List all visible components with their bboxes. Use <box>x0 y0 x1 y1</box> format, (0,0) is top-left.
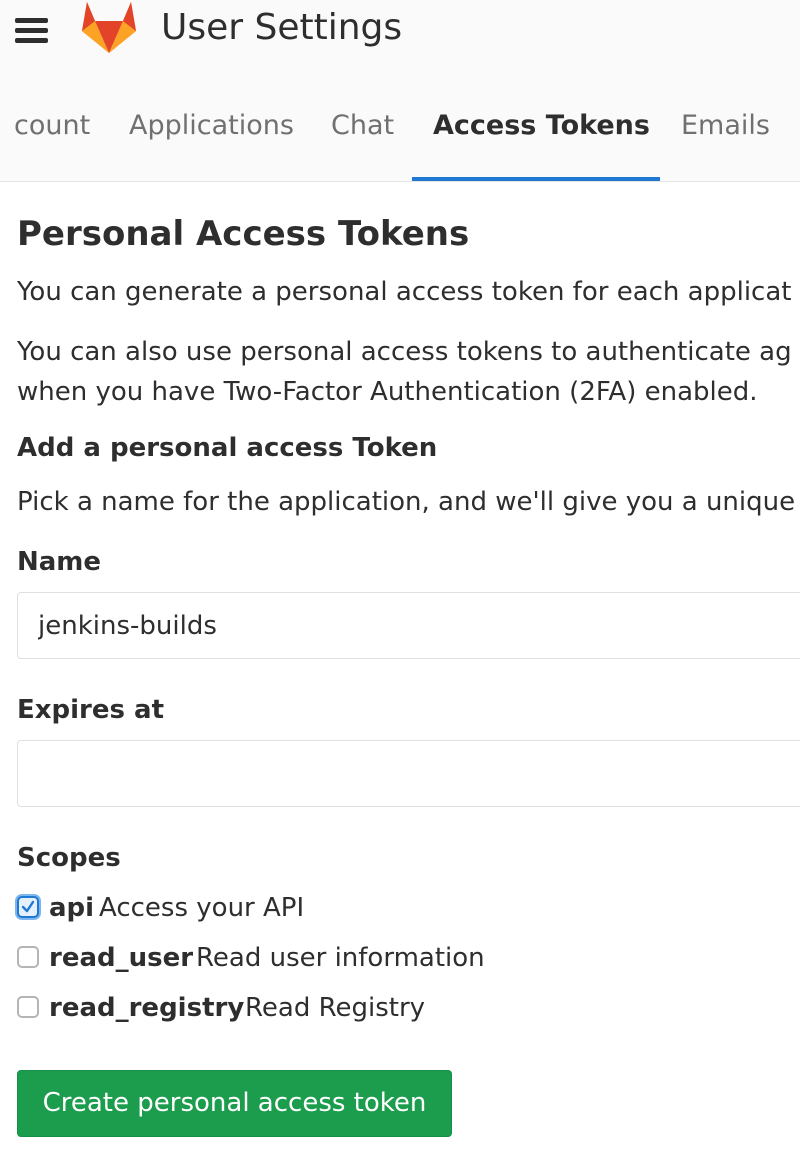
tab-applications[interactable]: Applications <box>129 108 294 144</box>
scope-name: api <box>49 893 95 923</box>
hamburger-menu-icon[interactable] <box>15 18 49 43</box>
intro-text: You can generate a personal access token… <box>17 277 792 307</box>
form-description: Pick a name for the application, and we'… <box>17 487 796 517</box>
top-navigation-bar: User Settings count Applications Chat Ac… <box>0 0 800 182</box>
settings-tabs: count Applications Chat Access Tokens Em… <box>0 100 800 182</box>
tab-account[interactable]: count <box>14 108 90 144</box>
create-token-button[interactable]: Create personal access token <box>17 1070 452 1137</box>
scope-description: Read Registry <box>245 993 426 1023</box>
intro-text-2-line-2: when you have Two-Factor Authentication … <box>17 377 758 407</box>
expires-at-input[interactable] <box>17 740 800 807</box>
scope-read-registry-checkbox[interactable] <box>17 996 39 1018</box>
checkmark-icon <box>21 900 35 913</box>
name-label: Name <box>17 547 102 577</box>
main-content: Personal Access Tokens You can generate … <box>17 182 800 1152</box>
name-input[interactable] <box>17 592 800 659</box>
tab-access-tokens[interactable]: Access Tokens <box>433 108 650 144</box>
active-tab-indicator <box>412 177 660 181</box>
section-heading: Personal Access Tokens <box>17 214 470 254</box>
expires-at-label: Expires at <box>17 695 165 725</box>
scopes-label: Scopes <box>17 843 121 873</box>
scope-read-user-checkbox[interactable] <box>17 946 39 968</box>
tab-chat[interactable]: Chat <box>331 108 394 144</box>
scope-name: read_registry <box>49 993 245 1023</box>
scope-name: read_user <box>49 943 194 973</box>
page-title: User Settings <box>161 7 403 48</box>
scope-description: Access your API <box>99 893 305 923</box>
scope-description: Read user information <box>196 943 485 973</box>
gitlab-logo-icon[interactable] <box>79 1 139 53</box>
form-heading: Add a personal access Token <box>17 433 438 463</box>
scope-api-checkbox[interactable] <box>17 896 39 918</box>
intro-text-2-line-1: You can also use personal access tokens … <box>17 337 792 367</box>
tab-emails[interactable]: Emails <box>681 108 770 144</box>
